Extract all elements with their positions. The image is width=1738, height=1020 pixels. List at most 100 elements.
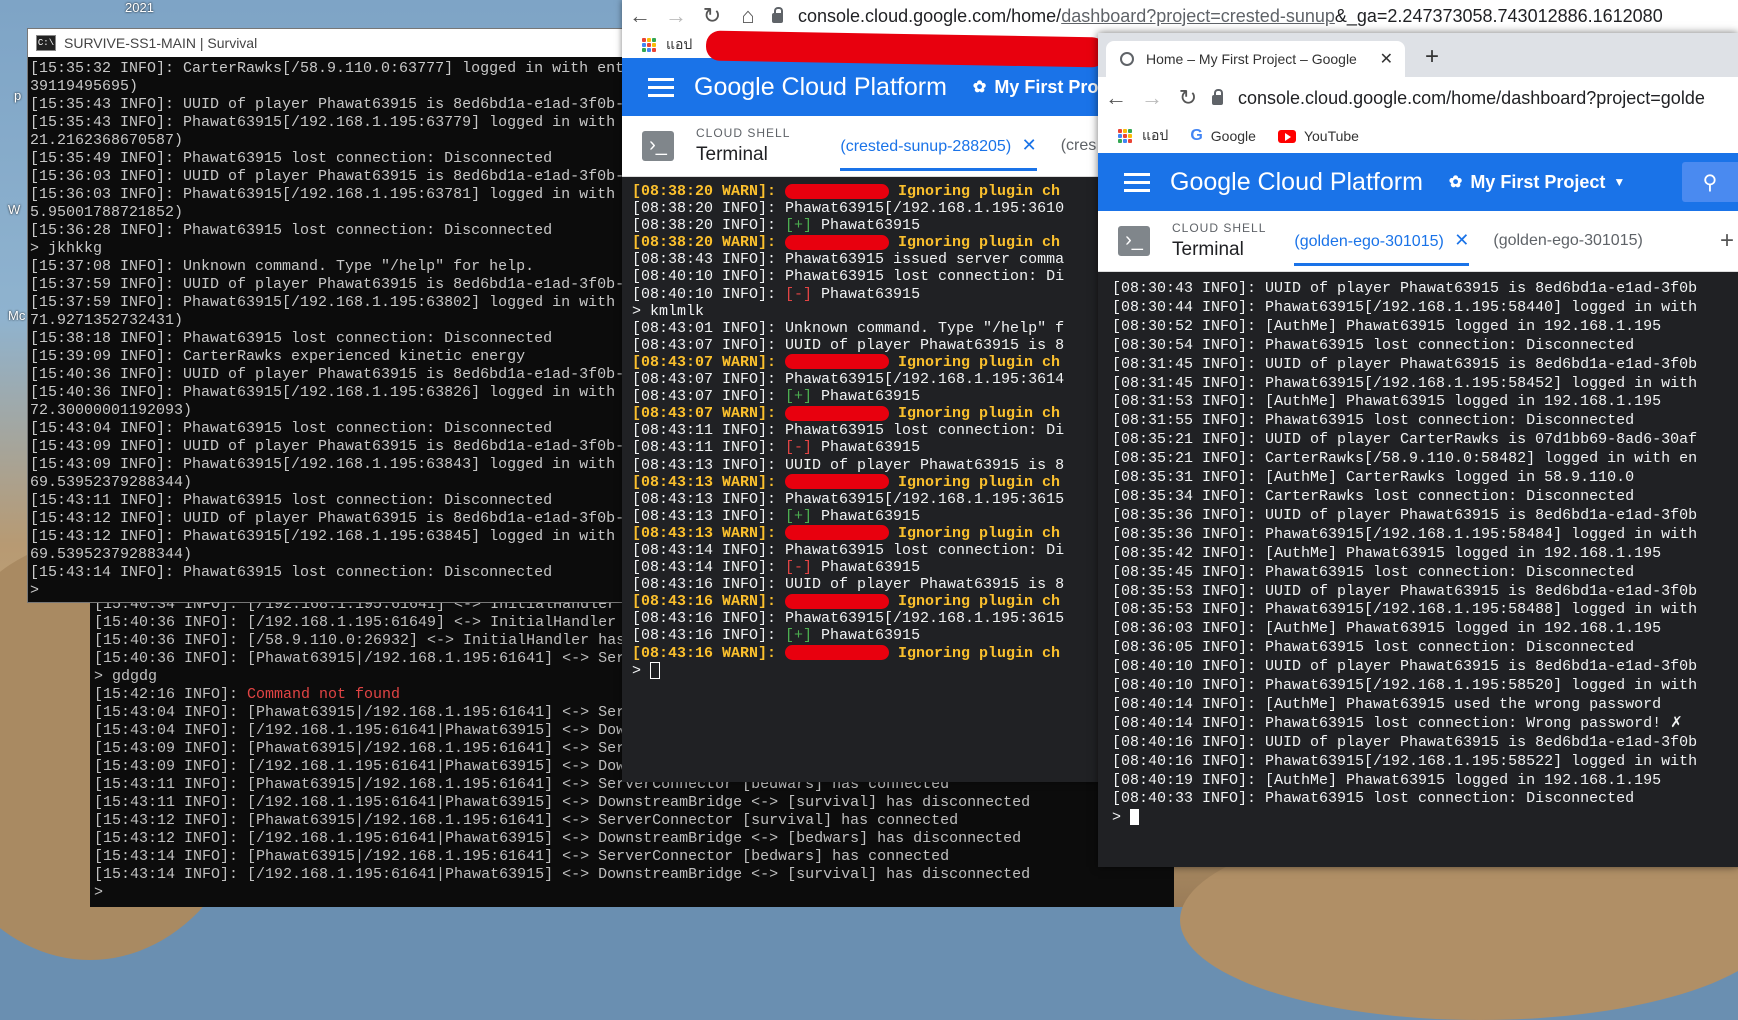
console-line: [15:38:18 INFO]: Phawat63915 lost connec…: [30, 330, 553, 347]
redaction-mark: [785, 525, 890, 541]
tab-home-first-project[interactable]: Home – My First Project – Google ✕: [1106, 41, 1405, 77]
back-icon[interactable]: ←: [1098, 85, 1134, 111]
lock-icon: [772, 6, 783, 23]
forward-icon[interactable]: →: [1134, 85, 1170, 111]
desktop-side-label: p: [14, 88, 22, 103]
leave-marker: [-]: [785, 559, 813, 577]
shell-tab-second[interactable]: (cres: [1061, 137, 1097, 155]
shell-tab-second[interactable]: (golden-ego-301015): [1493, 232, 1642, 250]
player-name: Phawat63915: [812, 439, 921, 457]
cloud-shell-terminal[interactable]: [08:30:43 INFO]: UUID of player Phawat63…: [1098, 272, 1738, 867]
terminal-line: [08:40:14 INFO]: [AuthMe] Phawat63915 us…: [1112, 695, 1662, 713]
gcp-title[interactable]: Google Cloud Platform: [694, 73, 947, 102]
terminal-line: [08:35:36 INFO]: Phawat63915[/192.168.1.…: [1112, 525, 1698, 543]
address-bar[interactable]: console.cloud.google.com/home/dashboard?…: [772, 6, 1663, 27]
console-line: [15:36:28 INFO]: Phawat63915 lost connec…: [30, 222, 553, 239]
prompt: >: [632, 662, 651, 680]
project-selector[interactable]: ✿ My First Proje: [973, 77, 1113, 98]
back-icon[interactable]: ←: [622, 3, 658, 29]
youtube-icon: [1277, 129, 1296, 143]
log-text: [08:43:01 INFO]: Unknown command. Type "…: [632, 319, 1065, 337]
reload-icon[interactable]: ↻: [694, 3, 730, 29]
shell-tab-label: (crested-sunup-288205): [840, 138, 1012, 155]
desktop-year-label: 2021: [125, 0, 154, 15]
console-line: [15:36:03 INFO]: UUID of player Phawat63…: [30, 168, 625, 185]
bungee-line: [15:43:14 INFO]: [/192.168.1.195:61641|P…: [94, 866, 1031, 883]
shell-tab-active[interactable]: (crested-sunup-288205) ✕: [840, 121, 1037, 171]
terminal-line: [08:35:53 INFO]: Phawat63915[/192.168.1.…: [1112, 601, 1698, 619]
add-tab-icon[interactable]: +: [1720, 227, 1734, 255]
terminal-line: [08:36:03 INFO]: [AuthMe] Phawat63915 lo…: [1112, 620, 1662, 638]
new-tab-icon[interactable]: +: [1425, 43, 1439, 71]
terminal-line: [08:35:36 INFO]: UUID of player Phawat63…: [1112, 506, 1698, 524]
console-line: [15:39:09 INFO]: CarterRawks experienced…: [30, 348, 526, 365]
home-icon[interactable]: ⌂: [730, 3, 766, 29]
menu-icon[interactable]: [1124, 168, 1150, 197]
bookmark-youtube[interactable]: YouTube: [1277, 128, 1359, 144]
tab-strip: Home – My First Project – Google ✕ +: [1098, 33, 1738, 77]
chrome-window-golden[interactable]: Home – My First Project – Google ✕ + ← →…: [1098, 33, 1738, 867]
terminal-line: [08:40:33 INFO]: Phawat63915 lost connec…: [1112, 790, 1635, 808]
survival-console-window[interactable]: C:\ SURVIVE-SS1-MAIN | Survival [15:35:3…: [27, 28, 629, 603]
close-icon[interactable]: ✕: [1022, 135, 1037, 155]
join-marker: [+]: [785, 388, 813, 406]
warn-message: Ignoring plugin ch: [889, 473, 1061, 491]
bookmark-apps[interactable]: แอป: [666, 34, 692, 56]
terminal-line: [08:40:16 INFO]: UUID of player Phawat63…: [1112, 733, 1698, 751]
gcp-header: Google Cloud Platform ✿ My First Project…: [1098, 153, 1738, 211]
console-line: 21.2162368670587): [30, 132, 184, 149]
console-line: [15:37:59 INFO]: Phawat63915[/192.168.1.…: [30, 294, 616, 311]
redaction-mark: [785, 183, 890, 199]
bookmark-google[interactable]: G Google: [1190, 127, 1256, 145]
cloud-shell-label: CLOUD SHELL: [1172, 221, 1267, 235]
url-query: dashboard?project=crested-sunup: [1061, 5, 1335, 26]
project-selector[interactable]: ✿ My First Project ▼: [1449, 172, 1625, 193]
address-bar[interactable]: console.cloud.google.com/home/dashboard?…: [1212, 88, 1705, 109]
terminal-line: [08:35:45 INFO]: Phawat63915 lost connec…: [1112, 563, 1635, 581]
terminal-line: [08:35:21 INFO]: UUID of player CarterRa…: [1112, 431, 1698, 449]
menu-icon[interactable]: [648, 73, 674, 102]
bookmark-apps[interactable]: แอป: [1118, 125, 1168, 147]
console-titlebar[interactable]: C:\ SURVIVE-SS1-MAIN | Survival: [28, 29, 628, 57]
log-prefix: [08:40:10 INFO]:: [632, 285, 786, 303]
console-line: 5.95001788721852): [30, 204, 184, 221]
reload-icon[interactable]: ↻: [1170, 85, 1206, 111]
warn-message: Ignoring plugin ch: [889, 405, 1061, 423]
close-tab-icon[interactable]: ✕: [1380, 49, 1393, 69]
console-line: [15:37:08 INFO]: Unknown command. Type "…: [30, 258, 535, 275]
warn-message: Ignoring plugin ch: [889, 593, 1061, 611]
gcp-favicon-icon: [1120, 52, 1134, 66]
apps-icon[interactable]: [642, 38, 656, 52]
terminal-line: [08:40:14 INFO]: Phawat63915 lost connec…: [1112, 714, 1683, 732]
bungee-line: >: [94, 884, 104, 901]
search-icon[interactable]: ⚲: [1682, 162, 1738, 202]
warn-prefix: [08:43:07 WARN]:: [632, 353, 786, 371]
warn-prefix: [08:38:20 WARN]:: [632, 234, 786, 252]
terminal-line: [08:31:45 INFO]: Phawat63915[/192.168.1.…: [1112, 374, 1698, 392]
player-name: Phawat63915: [812, 559, 921, 577]
log-text: [08:40:10 INFO]: Phawat63915 lost connec…: [632, 268, 1065, 286]
player-name: Phawat63915: [812, 627, 921, 645]
log-text: [08:38:20 INFO]: Phawat63915[/192.168.1.…: [632, 200, 1065, 218]
log-text: [08:43:13 INFO]: UUID of player Phawat63…: [632, 456, 1065, 474]
terminal-icon: ›_: [642, 131, 674, 161]
close-icon[interactable]: ✕: [1454, 230, 1469, 250]
apps-icon: [1118, 129, 1132, 143]
console-line: [15:40:36 INFO]: UUID of player Phawat63…: [30, 366, 625, 383]
redaction-mark: [785, 474, 890, 490]
join-marker: [+]: [785, 507, 813, 525]
warn-prefix: [08:43:13 WARN]:: [632, 473, 786, 491]
gcp-title[interactable]: Google Cloud Platform: [1170, 168, 1423, 197]
console-line: > jkhkkg: [30, 240, 103, 257]
forward-icon[interactable]: →: [658, 3, 694, 29]
lock-icon: [1212, 88, 1223, 105]
redaction-mark: [785, 234, 890, 250]
bungee-line: [15:43:12 INFO]: [Phawat63915|/192.168.1…: [94, 812, 959, 829]
console-line: [15:43:04 INFO]: Phawat63915 lost connec…: [30, 420, 553, 437]
console-title: SURVIVE-SS1-MAIN | Survival: [64, 35, 258, 51]
shell-tab-active[interactable]: (golden-ego-301015) ✕: [1294, 216, 1470, 266]
warn-prefix: [08:38:20 WARN]:: [632, 183, 786, 200]
player-name: Phawat63915: [812, 217, 921, 235]
log-prefix: [08:43:07 INFO]:: [632, 388, 786, 406]
log-text: [08:43:07 INFO]: UUID of player Phawat63…: [632, 336, 1065, 354]
